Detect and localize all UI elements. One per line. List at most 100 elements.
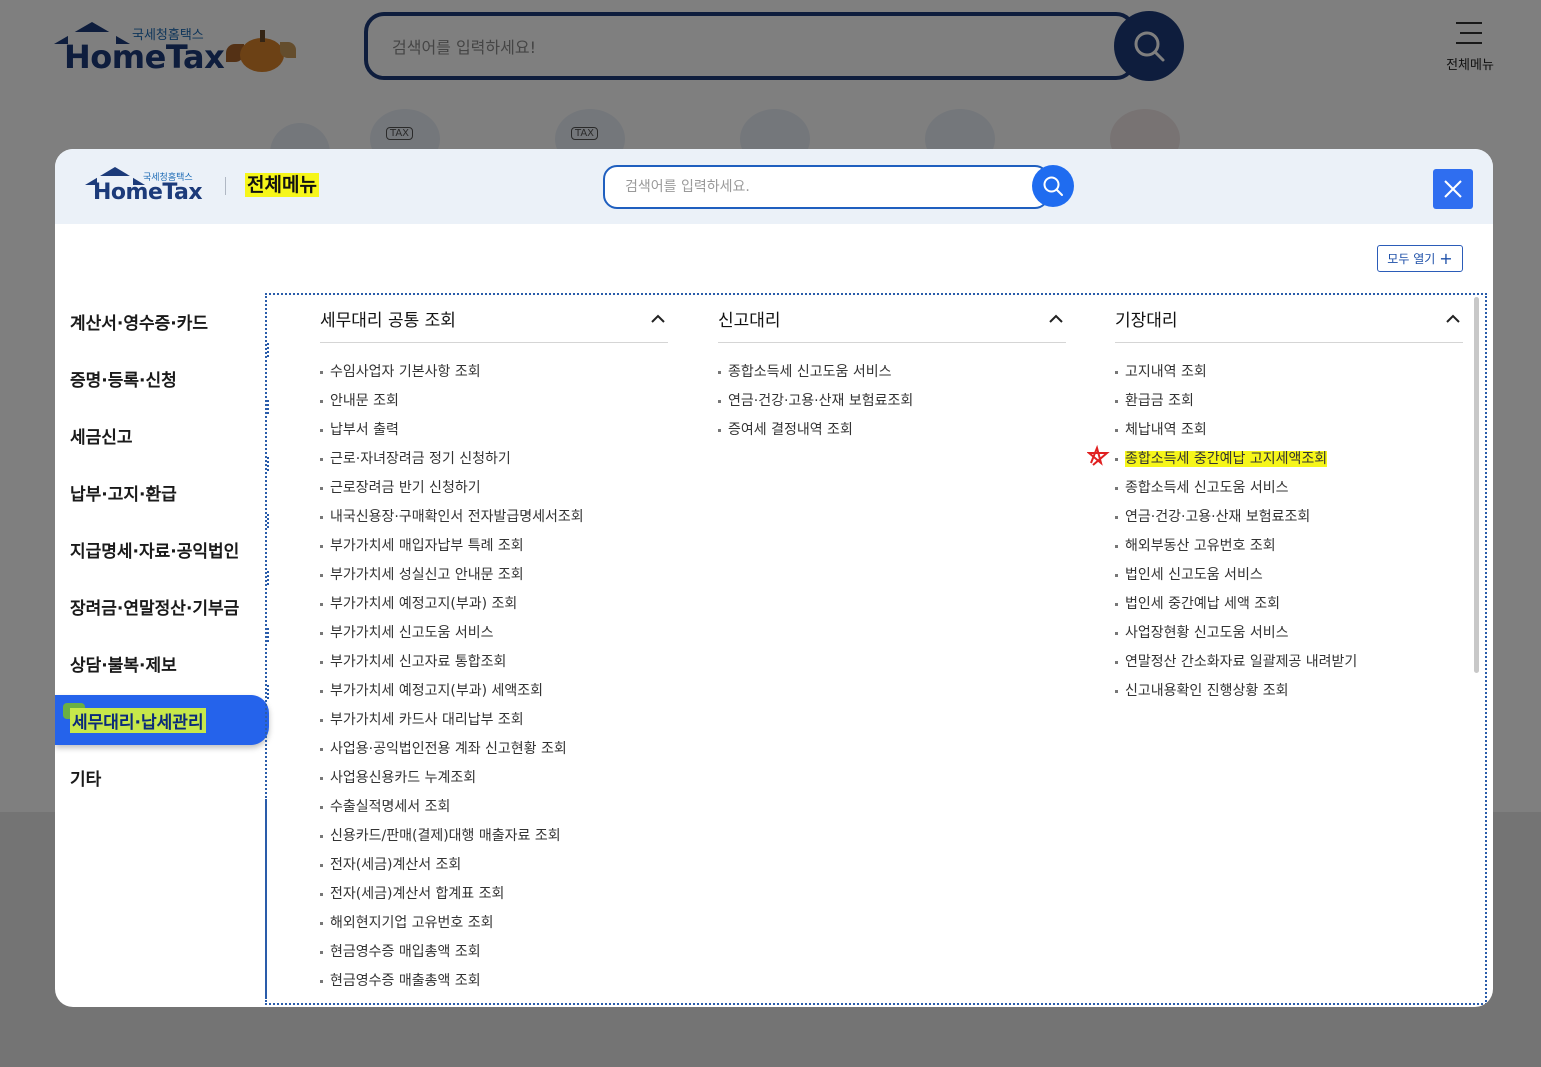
- modal-hometax-logo[interactable]: 국세청홈택스 HomeTax: [85, 167, 215, 207]
- menu-link[interactable]: 부가가치세 예정고지(부과) 조회: [320, 593, 668, 622]
- menu-link-label: 신용카드/판매(결제)대행 매출자료 조회: [330, 828, 561, 844]
- menu-link[interactable]: 신용카드/판매(결제)대행 매출자료 조회: [320, 825, 668, 854]
- menu-column: 신고대리 종합소득세 신고도움 서비스연금·건강·고용·산재 보험료조회증여세 …: [718, 295, 1066, 448]
- nav-item[interactable]: 장려금·연말정산·기부금: [55, 578, 269, 642]
- menu-link[interactable]: 법인세 중간예납 세액 조회: [1115, 593, 1463, 622]
- logo-text: HomeTax: [93, 180, 203, 205]
- menu-link[interactable]: 해외부동산 고유번호 조회: [1115, 535, 1463, 564]
- menu-link-label: 부가가치세 예정고지(부과) 조회: [330, 596, 518, 612]
- column-header[interactable]: 세무대리 공통 조회: [320, 295, 668, 343]
- menu-link[interactable]: 부가가치세 성실신고 안내문 조회: [320, 564, 668, 593]
- category-nav: 계산서·영수증·카드증명·등록·신청세금신고납부·고지·환급지급명세·자료·공익…: [55, 293, 269, 806]
- chevron-up-icon[interactable]: [1443, 309, 1463, 329]
- menu-link-label: 납부서 출력: [330, 422, 399, 438]
- menu-link[interactable]: 사업장현황 신고도움 서비스: [1115, 622, 1463, 651]
- menu-link-label: 부가가치세 매입자납부 특례 조회: [330, 538, 524, 554]
- menu-link[interactable]: 내국신용장·구매확인서 전자발급명세서조회: [320, 506, 668, 535]
- nav-item[interactable]: 기타: [55, 749, 269, 806]
- nav-item-label: 기타: [70, 770, 102, 790]
- menu-link[interactable]: 근로장려금 반기 신청하기: [320, 477, 668, 506]
- close-icon: [1444, 180, 1462, 198]
- nav-item-label: 세무대리·납세관리: [70, 707, 206, 733]
- menu-link[interactable]: 사업용신용카드 누계조회: [320, 767, 668, 796]
- column-list: 수임사업자 기본사항 조회안내문 조회납부서 출력근로·자녀장려금 정기 신청하…: [320, 361, 668, 999]
- menu-link[interactable]: 전자(세금)계산서 합계표 조회: [320, 883, 668, 912]
- content-scrollbar[interactable]: [1474, 297, 1479, 673]
- menu-link[interactable]: 근로·자녀장려금 정기 신청하기: [320, 448, 668, 477]
- nav-item[interactable]: 계산서·영수증·카드: [55, 293, 269, 357]
- menu-link[interactable]: 체납내역 조회: [1115, 419, 1463, 448]
- close-button[interactable]: [1433, 169, 1473, 209]
- nav-item-label: 증명·등록·신청: [70, 371, 177, 391]
- menu-link[interactable]: 전자(세금)계산서 조회: [320, 854, 668, 883]
- modal-search-input[interactable]: [625, 177, 1025, 197]
- menu-link[interactable]: 부가가치세 신고자료 통합조회: [320, 651, 668, 680]
- menu-link[interactable]: 연금·건강·고용·산재 보험료조회: [718, 390, 1066, 419]
- menu-link-label: 사업장현황 신고도움 서비스: [1125, 625, 1289, 641]
- menu-link-label: 부가가치세 카드사 대리납부 조회: [330, 712, 524, 728]
- menu-link[interactable]: 법인세 신고도움 서비스: [1115, 564, 1463, 593]
- menu-link-label: 근로장려금 반기 신청하기: [330, 480, 481, 496]
- menu-link[interactable]: 현금영수증 매출총액 조회: [320, 970, 668, 999]
- menu-link[interactable]: 납부서 출력: [320, 419, 668, 448]
- menu-link-label: 종합소득세 중간예납 고지세액조회: [1125, 451, 1328, 467]
- nav-item[interactable]: 상담·불복·제보: [55, 635, 269, 699]
- modal-search-button[interactable]: [1032, 165, 1074, 207]
- menu-link-label: 사업용·공익법인전용 계좌 신고현황 조회: [330, 741, 567, 757]
- nav-item-label: 세금신고: [70, 428, 133, 448]
- menu-link[interactable]: 종합소득세 신고도움 서비스: [1115, 477, 1463, 506]
- menu-column: 세무대리 공통 조회 수임사업자 기본사항 조회안내문 조회납부서 출력근로·자…: [320, 295, 668, 999]
- modal-header: 국세청홈택스 HomeTax 전체메뉴: [55, 149, 1493, 224]
- menu-link[interactable]: 연말정산 간소화자료 일괄제공 내려받기: [1115, 651, 1463, 680]
- menu-link[interactable]: 부가가치세 예정고지(부과) 세액조회: [320, 680, 668, 709]
- modal-search-box[interactable]: [603, 165, 1049, 209]
- chevron-up-icon[interactable]: [1046, 309, 1066, 329]
- menu-link-label: 부가가치세 예정고지(부과) 세액조회: [330, 683, 544, 699]
- star-annotation-icon: [1087, 445, 1110, 466]
- nav-item[interactable]: 증명·등록·신청: [55, 350, 269, 414]
- menu-link[interactable]: 고지내역 조회: [1115, 361, 1463, 390]
- menu-link-label: 부가가치세 신고도움 서비스: [330, 625, 494, 641]
- menu-link-label: 수임사업자 기본사항 조회: [330, 364, 481, 380]
- menu-link[interactable]: 종합소득세 중간예납 고지세액조회: [1087, 445, 1463, 477]
- menu-link-label: 현금영수증 매입총액 조회: [330, 944, 481, 960]
- menu-link[interactable]: 사업용·공익법인전용 계좌 신고현황 조회: [320, 738, 668, 767]
- menu-link[interactable]: 부가가치세 매입자납부 특례 조회: [320, 535, 668, 564]
- menu-link-label: 체납내역 조회: [1125, 422, 1207, 438]
- nav-item[interactable]: 세금신고: [55, 407, 269, 471]
- column-header[interactable]: 기장대리: [1115, 295, 1463, 343]
- menu-link[interactable]: 환급금 조회: [1115, 390, 1463, 419]
- menu-link-label: 증여세 결정내역 조회: [728, 422, 853, 438]
- menu-link[interactable]: 신고내용확인 진행상황 조회: [1115, 680, 1463, 709]
- menu-link[interactable]: 부가가치세 카드사 대리납부 조회: [320, 709, 668, 738]
- menu-link-label: 법인세 신고도움 서비스: [1125, 567, 1263, 583]
- menu-link-label: 안내문 조회: [330, 393, 399, 409]
- menu-link[interactable]: 수출실적명세서 조회: [320, 796, 668, 825]
- menu-link[interactable]: 안내문 조회: [320, 390, 668, 419]
- column-header[interactable]: 신고대리: [718, 295, 1066, 343]
- nav-item[interactable]: 납부·고지·환급: [55, 464, 269, 528]
- nav-item-label: 상담·불복·제보: [70, 656, 177, 676]
- menu-link[interactable]: 종합소득세 신고도움 서비스: [718, 361, 1066, 390]
- menu-link[interactable]: 연금·건강·고용·산재 보험료조회: [1115, 506, 1463, 535]
- plus-icon: +: [1439, 248, 1453, 268]
- menu-link[interactable]: 해외현지기업 고유번호 조회: [320, 912, 668, 941]
- open-all-button[interactable]: 모두 열기 +: [1377, 245, 1463, 272]
- chevron-up-icon[interactable]: [648, 309, 668, 329]
- menu-link[interactable]: 현금영수증 매입총액 조회: [320, 941, 668, 970]
- menu-link-label: 내국신용장·구매확인서 전자발급명세서조회: [330, 509, 584, 525]
- menu-link[interactable]: 부가가치세 신고도움 서비스: [320, 622, 668, 651]
- menu-link[interactable]: 증여세 결정내역 조회: [718, 419, 1066, 448]
- menu-column: 기장대리 고지내역 조회 환급금 조회체납내역 조회종합소득세 중간예납 고지세액…: [1087, 295, 1463, 709]
- nav-item[interactable]: 지급명세·자료·공익법인: [55, 521, 269, 585]
- menu-link-label: 연금·건강·고용·산재 보험료조회: [728, 393, 914, 409]
- nav-item-label: 계산서·영수증·카드: [70, 314, 209, 334]
- nav-item[interactable]: 세무대리·납세관리: [55, 695, 269, 745]
- column-title: 신고대리: [718, 311, 781, 331]
- menu-link[interactable]: 수임사업자 기본사항 조회: [320, 361, 668, 390]
- search-icon: [1043, 176, 1063, 196]
- column-title: 세무대리 공통 조회: [320, 311, 456, 331]
- nav-item-label: 납부·고지·환급: [70, 485, 177, 505]
- menu-link-label: 현금영수증 매출총액 조회: [330, 973, 481, 989]
- menu-link-label: 연금·건강·고용·산재 보험료조회: [1125, 509, 1311, 525]
